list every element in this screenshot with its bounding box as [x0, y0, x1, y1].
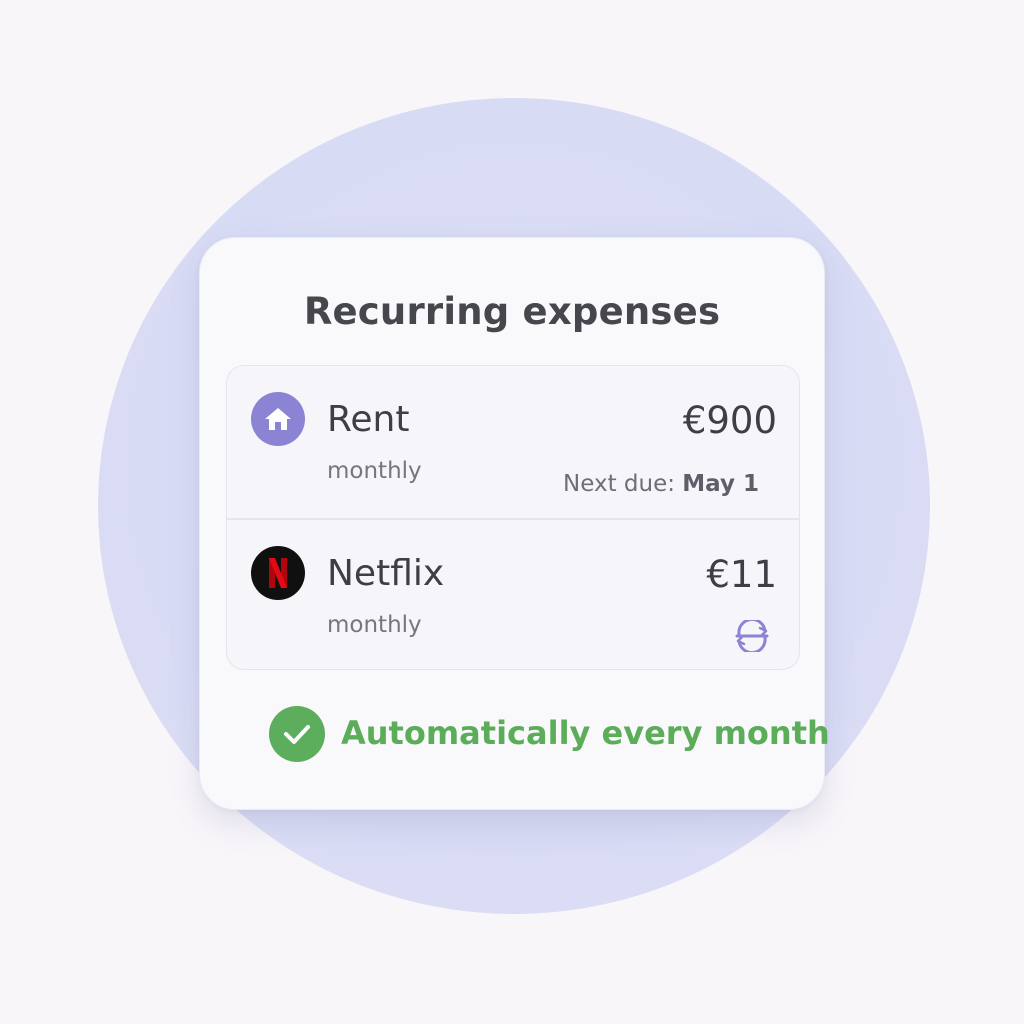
expense-name: Rent — [327, 399, 410, 440]
expense-amount: €11 — [706, 553, 777, 596]
card-title: Recurring expenses — [303, 290, 721, 333]
stage: Recurring expenses Rent monthly €900 Nex… — [0, 0, 1024, 1024]
expense-frequency: monthly — [327, 612, 422, 638]
sync-icon — [733, 617, 771, 655]
expense-name: Netflix — [327, 553, 445, 594]
expense-amount: €900 — [682, 399, 777, 442]
house-icon — [251, 392, 305, 446]
next-due: Next due: May 1 — [563, 471, 759, 497]
next-due-date: May 1 — [682, 471, 759, 497]
next-due-label: Next due: — [563, 471, 675, 497]
auto-status-text: Automatically every month — [341, 714, 830, 752]
netflix-logo-icon — [251, 546, 305, 600]
expense-frequency: monthly — [327, 458, 422, 484]
check-circle-icon — [269, 706, 325, 762]
